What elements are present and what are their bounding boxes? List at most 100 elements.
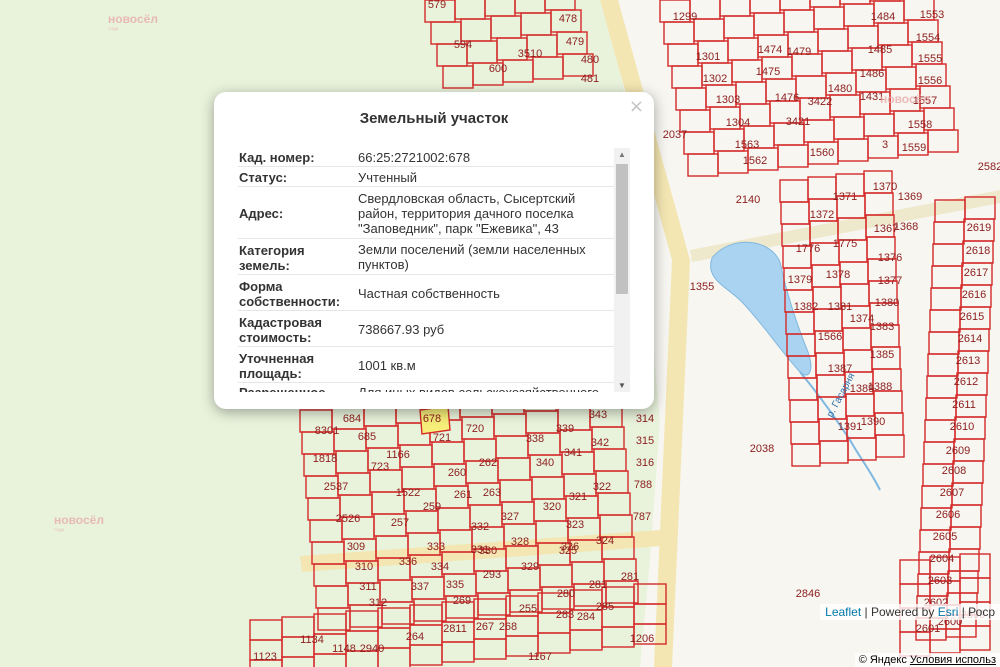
parcel-number: 268: [499, 621, 517, 633]
parcel-number: 1560: [810, 147, 834, 159]
parcel-number: 2605: [933, 531, 957, 543]
parcel-number: 788: [634, 479, 652, 491]
parcel-number: 322: [593, 481, 611, 493]
parcel-number: 283: [556, 609, 574, 621]
parcel-number: 261: [454, 489, 472, 501]
parcel-number: 723: [371, 461, 389, 473]
parcel-number: 2606: [936, 509, 960, 521]
parcel-number: 480: [581, 54, 599, 66]
parcel-number: 1355: [690, 281, 714, 293]
parcel-number: 1377: [878, 275, 902, 287]
parcel-number: 2038: [750, 443, 774, 455]
parcel-number: 1775: [833, 238, 857, 250]
parcel-number: 2619: [967, 222, 991, 234]
parcel-number: 293: [483, 569, 501, 581]
parcel-number: 478: [559, 13, 577, 25]
parcel-number: 1123: [253, 651, 277, 663]
watermark-logo: новосёл: [880, 92, 930, 106]
parcel-number: 327: [501, 511, 519, 523]
parcel-number: 1382: [794, 301, 818, 313]
parcel-number: 1554: [916, 32, 940, 44]
scroll-down-icon[interactable]: ▼: [614, 381, 630, 390]
parcel-number: 315: [636, 435, 654, 447]
parcel-number: 8301: [315, 425, 339, 437]
parcel-number: 340: [536, 457, 554, 469]
parcel-number: 1370: [873, 181, 897, 193]
parcel-number: 311: [359, 581, 377, 593]
parcel-number: 1391: [838, 421, 862, 433]
parcel-number: 1475: [756, 66, 780, 78]
yandex-terms-link[interactable]: Условия использ: [910, 654, 996, 666]
parcel-number: 1148: [332, 643, 356, 655]
parcel-number: 1374: [850, 313, 874, 325]
parcel-number: 1480: [828, 83, 852, 95]
parcel-number: 323: [566, 519, 584, 531]
parcel-number: 481: [581, 73, 599, 85]
parcel-number: 339: [556, 423, 574, 435]
parcel-number: 1390: [861, 416, 885, 428]
parcel-number: 280: [557, 588, 575, 600]
parcel-number: 262: [479, 457, 497, 469]
scroll-up-icon[interactable]: ▲: [614, 150, 630, 159]
parcel-number: 285: [596, 601, 614, 613]
parcel-number: 2601: [916, 623, 940, 635]
parcel-number: 2603: [928, 575, 952, 587]
parcel-number: 1381: [828, 301, 852, 313]
parcel-number: 255: [519, 603, 537, 615]
parcel-number: 1556: [918, 75, 942, 87]
parcel-number: 1484: [871, 11, 895, 23]
parcel-number: 335: [446, 579, 464, 591]
row-permitted-use: РазрешенноеДля иных видов сельскохозяйст…: [238, 383, 614, 392]
parcel-number: 1476: [775, 92, 799, 104]
parcel-number: 1372: [810, 209, 834, 221]
parcel-number: 259: [423, 501, 441, 513]
parcel-number: 260: [448, 467, 466, 479]
parcel-number: 1134: [300, 634, 324, 646]
parcel-number: 2037: [663, 129, 687, 141]
popup-scrollbar[interactable]: ▲ ▼: [614, 148, 630, 392]
parcel-number: 1369: [898, 191, 922, 203]
row-land-category: Категория земель: Земли поселений (земли …: [238, 239, 614, 275]
parcel-number: 328: [511, 536, 529, 548]
parcel-number: 337: [411, 581, 429, 593]
parcel-number: 342: [591, 437, 609, 449]
scroll-thumb[interactable]: [616, 164, 628, 294]
parcel-number: 263: [483, 487, 501, 499]
parcel-number: 3510: [518, 48, 542, 60]
parcel-number: 2616: [962, 289, 986, 301]
row-area: Уточненная площадь: 1001 кв.м: [238, 347, 614, 383]
parcel-number: 281: [589, 579, 607, 591]
parcel-number: 721: [433, 432, 451, 444]
parcel-number: 1474: [758, 44, 782, 56]
parcel-number: 312: [369, 597, 387, 609]
parcel-number: 330: [479, 545, 497, 557]
parcel-number: 1385: [870, 349, 894, 361]
parcel-number: 2582: [978, 161, 1000, 173]
leaflet-link[interactable]: Leaflet: [825, 605, 861, 619]
parcel-number: 2618: [966, 245, 990, 257]
esri-link[interactable]: Esri: [938, 605, 959, 619]
parcel-number: 1367: [874, 223, 898, 235]
parcel-number: 332: [471, 521, 489, 533]
parcel-number: 2608: [942, 465, 966, 477]
watermark-logo: новосёл ГОДА: [108, 12, 158, 31]
parcel-number: 343: [589, 409, 607, 421]
parcel-number: 1563: [735, 139, 759, 151]
parcel-number: 2604: [930, 553, 954, 565]
parcel-number: 1206: [630, 633, 654, 645]
parcel-number: 1562: [743, 155, 767, 167]
parcel-number: 267: [476, 621, 494, 633]
parcel-number: 2614: [958, 333, 982, 345]
parcel-number: 1389: [850, 383, 874, 395]
parcel-number: 341: [564, 447, 582, 459]
row-cadastral-number: Кад. номер: 66:25:2721002:678: [238, 148, 614, 167]
parcel-number: 2615: [960, 311, 984, 323]
parcel-number: 720: [466, 423, 484, 435]
parcel-number: 600: [489, 63, 507, 75]
parcel-number: 1479: [787, 46, 811, 58]
parcel-number: 336: [399, 556, 417, 568]
parcel-number: 1558: [908, 119, 932, 131]
info-table: Кад. номер: 66:25:2721002:678 Статус: Учте…: [238, 148, 614, 392]
parcel-number: 284: [577, 611, 595, 623]
parcel-number: 2811: [443, 623, 467, 635]
